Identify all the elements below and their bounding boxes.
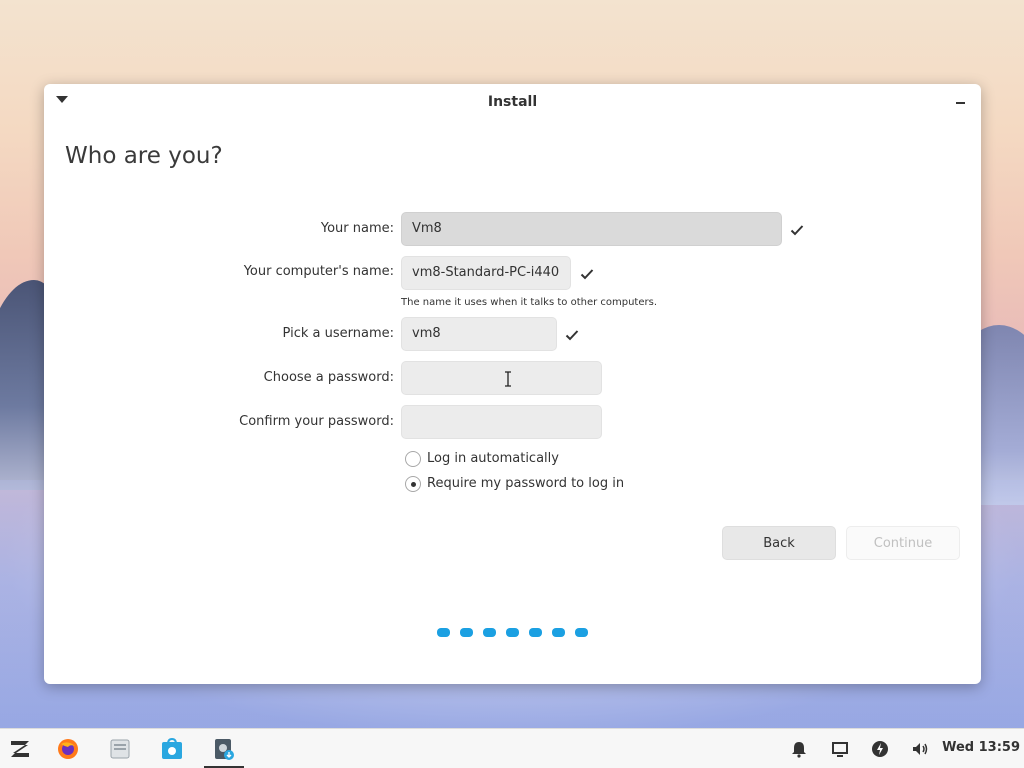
password-label: Choose a password: (263, 370, 394, 385)
progress-dot (460, 628, 473, 637)
confirm-password-field[interactable] (401, 405, 602, 439)
notifications-bell-icon[interactable] (790, 740, 808, 758)
volume-icon[interactable] (911, 740, 929, 758)
software-store-icon[interactable] (161, 737, 183, 760)
back-button[interactable]: Back (722, 526, 836, 560)
progress-dot (575, 628, 588, 637)
login-auto-label: Log in automatically (427, 451, 559, 466)
window-title: Install (487, 94, 538, 110)
installer-icon[interactable] (213, 738, 235, 760)
name-field[interactable]: Vm8 (401, 212, 782, 246)
power-status-icon[interactable] (871, 740, 889, 758)
computer-name-field[interactable]: vm8-Standard-PC-i440 (401, 256, 571, 290)
confirm-password-label: Confirm your password: (239, 414, 394, 429)
progress-dot (483, 628, 496, 637)
require-password-label: Require my password to log in (427, 476, 625, 491)
screen-icon[interactable] (831, 740, 849, 758)
login-auto-radio[interactable] (405, 451, 421, 467)
progress-dot (437, 628, 450, 637)
continue-button[interactable]: Continue (846, 526, 960, 560)
progress-dot (529, 628, 542, 637)
name-label: Your name: (320, 221, 394, 236)
zorin-menu-icon[interactable] (8, 738, 30, 760)
taskbar: Wed 13:59 (0, 728, 1024, 768)
titlebar: Install (44, 84, 981, 120)
text-cursor-icon (505, 371, 511, 387)
progress-dot (552, 628, 565, 637)
username-field[interactable]: vm8 (401, 317, 557, 351)
require-password-radio[interactable] (405, 476, 421, 492)
username-label: Pick a username: (282, 326, 394, 341)
progress-dot (506, 628, 519, 637)
minimize-icon[interactable] (955, 96, 967, 108)
files-icon[interactable] (109, 738, 131, 760)
name-valid-check-icon (790, 225, 804, 236)
computer-name-label: Your computer's name: (243, 264, 394, 279)
firefox-icon[interactable] (57, 738, 79, 760)
page-title: Who are you? (65, 143, 223, 169)
password-field[interactable] (401, 361, 602, 395)
installer-window: Install Who are you? Your name: Vm8 Your… (44, 84, 981, 684)
username-valid-check-icon (565, 330, 579, 341)
computer-name-hint: The name it uses when it talks to other … (401, 297, 658, 308)
clock[interactable]: Wed 13:59 (942, 740, 1020, 755)
computer-name-valid-check-icon (580, 269, 594, 280)
